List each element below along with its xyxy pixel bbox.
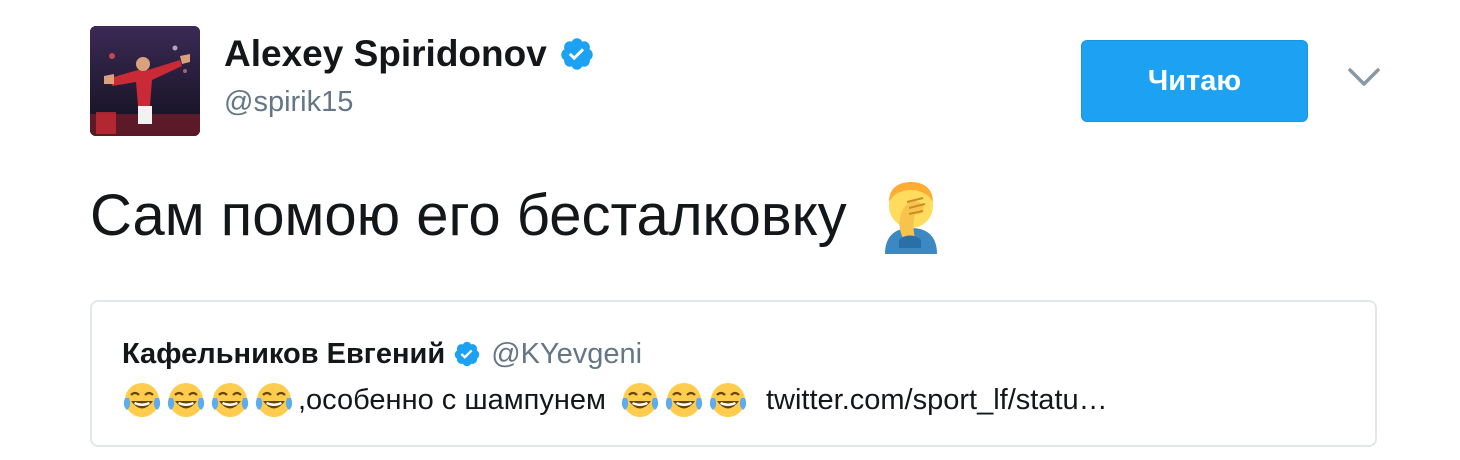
facepalm-emoji-icon — [879, 178, 943, 254]
tears-of-joy-emoji-icon — [254, 380, 296, 420]
author-handle[interactable]: @spirik15 — [224, 84, 353, 120]
tears-of-joy-emoji-icon — [664, 380, 706, 420]
quoted-body-text: ,особенно с шампунем — [298, 384, 606, 416]
athlete-photo-avatar-icon — [90, 26, 200, 136]
tears-of-joy-emoji-icon — [708, 380, 750, 420]
follow-button[interactable]: Читаю — [1081, 40, 1308, 122]
tears-of-joy-emoji-icon — [166, 380, 208, 420]
tears-of-joy-emoji-icon — [620, 380, 662, 420]
chevron-down-icon — [1348, 68, 1380, 86]
quoted-tweet-text: ,особенно с шампунем twitter.com/sport_l… — [122, 380, 1108, 420]
quoted-author-name: Кафельников Евгений — [122, 338, 446, 370]
tweet-menu-button[interactable] — [1344, 60, 1384, 94]
quoted-author-handle: @KYevgeni — [491, 338, 643, 370]
tears-of-joy-emoji-icon — [122, 380, 164, 420]
verified-badge-icon — [453, 340, 481, 368]
tweet-text: Сам помою его бесталковку — [90, 176, 943, 256]
author-avatar[interactable] — [90, 26, 200, 136]
author-name-text: Alexey Spiridonov — [224, 33, 547, 74]
quoted-link[interactable]: twitter.com/sport_lf/statu… — [766, 380, 1108, 420]
tweet-text-content: Сам помою его бесталковку — [90, 183, 847, 248]
tears-of-joy-emoji-icon — [210, 380, 252, 420]
verified-badge-icon — [559, 36, 595, 72]
tweet-card: Alexey Spiridonov @spirik15 Читаю Сам по… — [0, 0, 1460, 460]
quoted-tweet-header: Кафельников Евгений @KYevgeni — [122, 336, 642, 372]
quoted-tweet-card[interactable]: Кафельников Евгений @KYevgeni ,особенно … — [90, 300, 1377, 447]
author-name[interactable]: Alexey Spiridonov — [224, 32, 595, 76]
